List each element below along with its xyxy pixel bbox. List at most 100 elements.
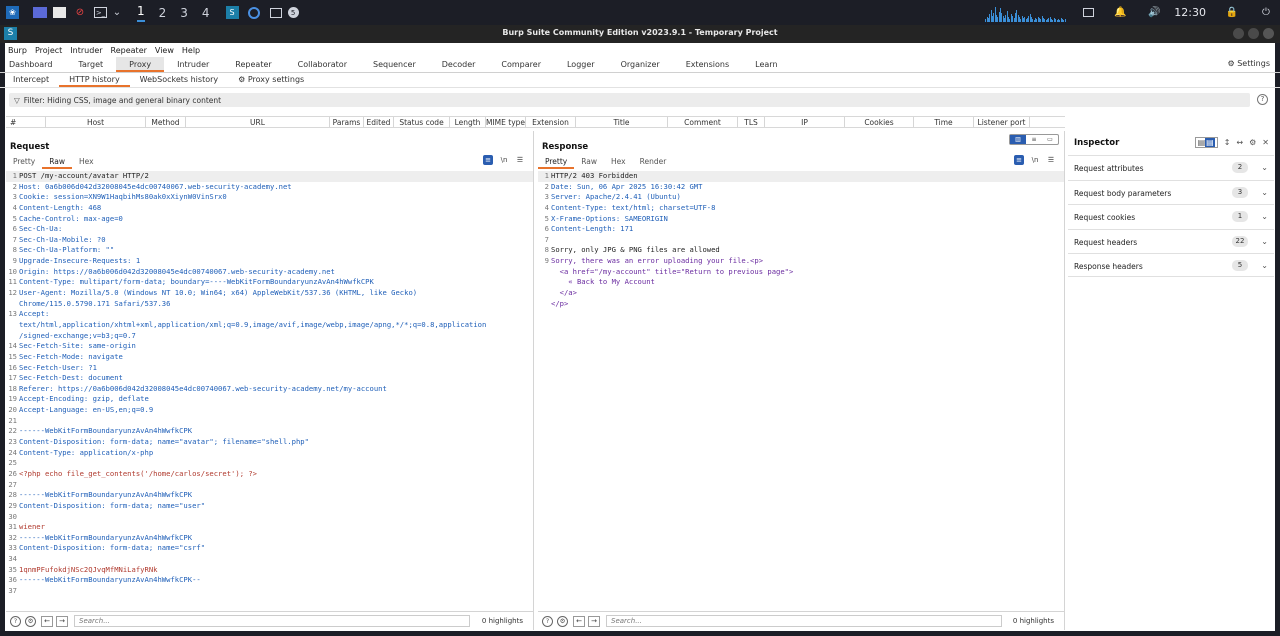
code-line[interactable]: 1 POST /my-account/avatar HTTP/2 — [6, 171, 533, 182]
code-line[interactable]: 7 Sec-Ch-Ua-Mobile: ?0 — [6, 235, 533, 246]
code-line[interactable]: 22 ------WebKitFormBoundaryunzAvAn4hWwfkC… — [6, 426, 533, 437]
code-line[interactable]: 9 Sorry, there was an error uploading you… — [538, 256, 1064, 267]
tab-collaborator[interactable]: Collaborator — [285, 57, 360, 72]
code-line[interactable]: 19 Accept-Encoding: gzip, deflate — [6, 394, 533, 405]
browser-icon[interactable] — [247, 6, 260, 19]
code-line[interactable]: 1 HTTP/2 403 Forbidden — [538, 171, 1064, 182]
code-line[interactable]: 23 Content-Disposition: form-data; name="… — [6, 437, 533, 448]
col-extension[interactable]: Extension — [526, 117, 576, 127]
code-line[interactable]: 13 Accept: — [6, 309, 533, 320]
col-mime-type[interactable]: MIME type — [486, 117, 526, 127]
desktop-icon[interactable] — [33, 7, 47, 18]
side-by-side-layout-icon[interactable]: ▥ — [1010, 135, 1026, 144]
menu-icon[interactable]: ☰ — [1046, 155, 1056, 165]
inspector-row-request-cookies[interactable]: Request cookies 1 ⌄ — [1068, 204, 1274, 228]
help-icon[interactable]: ? — [1257, 94, 1268, 105]
inspector-row-request-body-parameters[interactable]: Request body parameters 3 ⌄ — [1068, 180, 1274, 204]
code-line[interactable]: 29 Content-Disposition: form-data; name="… — [6, 501, 533, 512]
lock-icon[interactable]: 🔒 — [1224, 5, 1240, 21]
code-line[interactable]: 2 Host: 0a6b006d042d32008045e4dc00740067.… — [6, 182, 533, 193]
code-line[interactable]: </a> — [538, 288, 1064, 299]
workspace-2[interactable]: 2 — [159, 6, 167, 20]
workspace-1[interactable]: 1 — [137, 4, 145, 22]
code-line[interactable]: 8 Sorry, only JPG & PNG files are allowed — [538, 245, 1064, 256]
code-line[interactable]: 28 ------WebKitFormBoundaryunzAvAn4hWwfkC… — [6, 490, 533, 501]
newline-icon[interactable]: \n — [499, 155, 509, 165]
code-line[interactable]: 37 — [6, 586, 533, 597]
top-bottom-layout-icon[interactable]: ≡ — [1026, 135, 1042, 144]
code-line[interactable]: 33 Content-Disposition: form-data; name="… — [6, 543, 533, 554]
burp-icon[interactable]: S — [225, 6, 239, 19]
inspector-layout-icon[interactable]: ▤▤ — [1194, 137, 1218, 148]
response-tab-pretty[interactable]: Pretty — [538, 156, 575, 169]
expand-icon[interactable]: ↕ — [1224, 138, 1231, 147]
code-line[interactable]: 2 Date: Sun, 06 Apr 2025 16:30:42 GMT — [538, 182, 1064, 193]
tab-comparer[interactable]: Comparer — [488, 57, 554, 72]
settings-button[interactable]: ⚙ Settings — [1227, 59, 1270, 68]
code-line[interactable]: 7 — [538, 235, 1064, 246]
minimize-button[interactable] — [1233, 28, 1244, 39]
col-length[interactable]: Length — [450, 117, 486, 127]
col-ip[interactable]: IP — [765, 117, 845, 127]
col-cookies[interactable]: Cookies — [845, 117, 914, 127]
code-line[interactable]: 17 Sec-Fetch-Dest: document — [6, 373, 533, 384]
close-icon[interactable]: ✕ — [1262, 138, 1269, 147]
next-arrow-icon[interactable]: → — [56, 615, 68, 627]
code-line[interactable]: 20 Accept-Language: en-US,en;q=0.9 — [6, 405, 533, 416]
code-line[interactable]: 31 wiener — [6, 522, 533, 533]
code-line[interactable]: 35 1qnmPFufokdjNSc2QJvqMfMNiLafyRNk — [6, 565, 533, 576]
code-line[interactable]: 14 Sec-Fetch-Site: same-origin — [6, 341, 533, 352]
workspace-4[interactable]: 4 — [202, 6, 210, 20]
request-editor[interactable]: 1 POST /my-account/avatar HTTP/2 2 Host: 0a… — [6, 171, 533, 597]
code-line[interactable]: 6 Content-Length: 171 — [538, 224, 1064, 235]
tab-sequencer[interactable]: Sequencer — [360, 57, 429, 72]
tab-decoder[interactable]: Decoder — [429, 57, 489, 72]
response-tab-raw[interactable]: Raw — [574, 156, 604, 169]
word-wrap-icon[interactable]: ≡ — [483, 155, 493, 165]
gear-icon[interactable]: ⚙ — [1249, 138, 1256, 147]
code-line[interactable]: « Back to My Account — [538, 277, 1064, 288]
code-line[interactable]: 8 Sec-Ch-Ua-Platform: "" — [6, 245, 533, 256]
menu-repeater[interactable]: Repeater — [111, 46, 147, 55]
code-line[interactable]: Chrome/115.0.5790.171 Safari/537.36 — [6, 299, 533, 310]
code-line[interactable]: 10 Origin: https://0a6b006d042d32008045e4… — [6, 267, 533, 278]
col-comment[interactable]: Comment — [668, 117, 738, 127]
subtab-websockets-history[interactable]: WebSockets history — [130, 73, 228, 87]
no-entry-icon[interactable]: ⊘ — [72, 5, 88, 21]
code-line[interactable]: 5 Cache-Control: max-age=0 — [6, 214, 533, 225]
menu-icon[interactable]: ☰ — [515, 155, 525, 165]
code-line[interactable]: <a href="/my-account" title="Return to p… — [538, 267, 1064, 278]
tab-repeater[interactable]: Repeater — [222, 57, 284, 72]
clock[interactable]: 12:30 — [1174, 6, 1206, 19]
code-line[interactable]: 4 Content-Type: text/html; charset=UTF-8 — [538, 203, 1064, 214]
col-title[interactable]: Title — [576, 117, 668, 127]
inspector-row-request-attributes[interactable]: Request attributes 2 ⌄ — [1068, 155, 1274, 179]
menu-help[interactable]: Help — [182, 46, 200, 55]
next-arrow-icon[interactable]: → — [588, 615, 600, 627]
code-line[interactable]: 27 — [6, 480, 533, 491]
tab-proxy[interactable]: Proxy — [116, 57, 165, 72]
response-tab-render[interactable]: Render — [633, 156, 674, 169]
speaker-icon[interactable]: 🔊 — [1146, 5, 1162, 21]
code-line[interactable]: 24 Content-Type: application/x-php — [6, 448, 533, 459]
col-tls[interactable]: TLS — [738, 117, 765, 127]
request-tab-hex[interactable]: Hex — [72, 156, 101, 169]
col-url[interactable]: URL — [186, 117, 330, 127]
code-line[interactable]: /signed-exchange;v=b3;q=0.7 — [6, 331, 533, 342]
code-line[interactable]: 26 <?php echo file_get_contents('/home/ca… — [6, 469, 533, 480]
tab-dashboard[interactable]: Dashboard — [0, 57, 65, 72]
code-line[interactable]: 21 — [6, 416, 533, 427]
subtab-http-history[interactable]: HTTP history — [59, 73, 130, 87]
kali-menu-icon[interactable]: ❀ — [6, 6, 19, 19]
code-line[interactable]: 3 Cookie: session=XN9W1HaqbihMs80ak0xXiyn… — [6, 192, 533, 203]
code-line[interactable]: 5 X-Frame-Options: SAMEORIGIN — [538, 214, 1064, 225]
code-line[interactable]: 32 ------WebKitFormBoundaryunzAvAn4hWwfkC… — [6, 533, 533, 544]
proxy-settings-button[interactable]: ⚙ Proxy settings — [228, 73, 314, 87]
subtab-intercept[interactable]: Intercept — [3, 73, 59, 87]
code-line[interactable]: 36 ------WebKitFormBoundaryunzAvAn4hWwfkC… — [6, 575, 533, 586]
col-host[interactable]: Host — [46, 117, 146, 127]
tab-logger[interactable]: Logger — [554, 57, 608, 72]
maximize-button[interactable] — [1248, 28, 1259, 39]
menu-burp[interactable]: Burp — [8, 46, 27, 55]
inspector-row-request-headers[interactable]: Request headers 22 ⌄ — [1068, 229, 1274, 253]
